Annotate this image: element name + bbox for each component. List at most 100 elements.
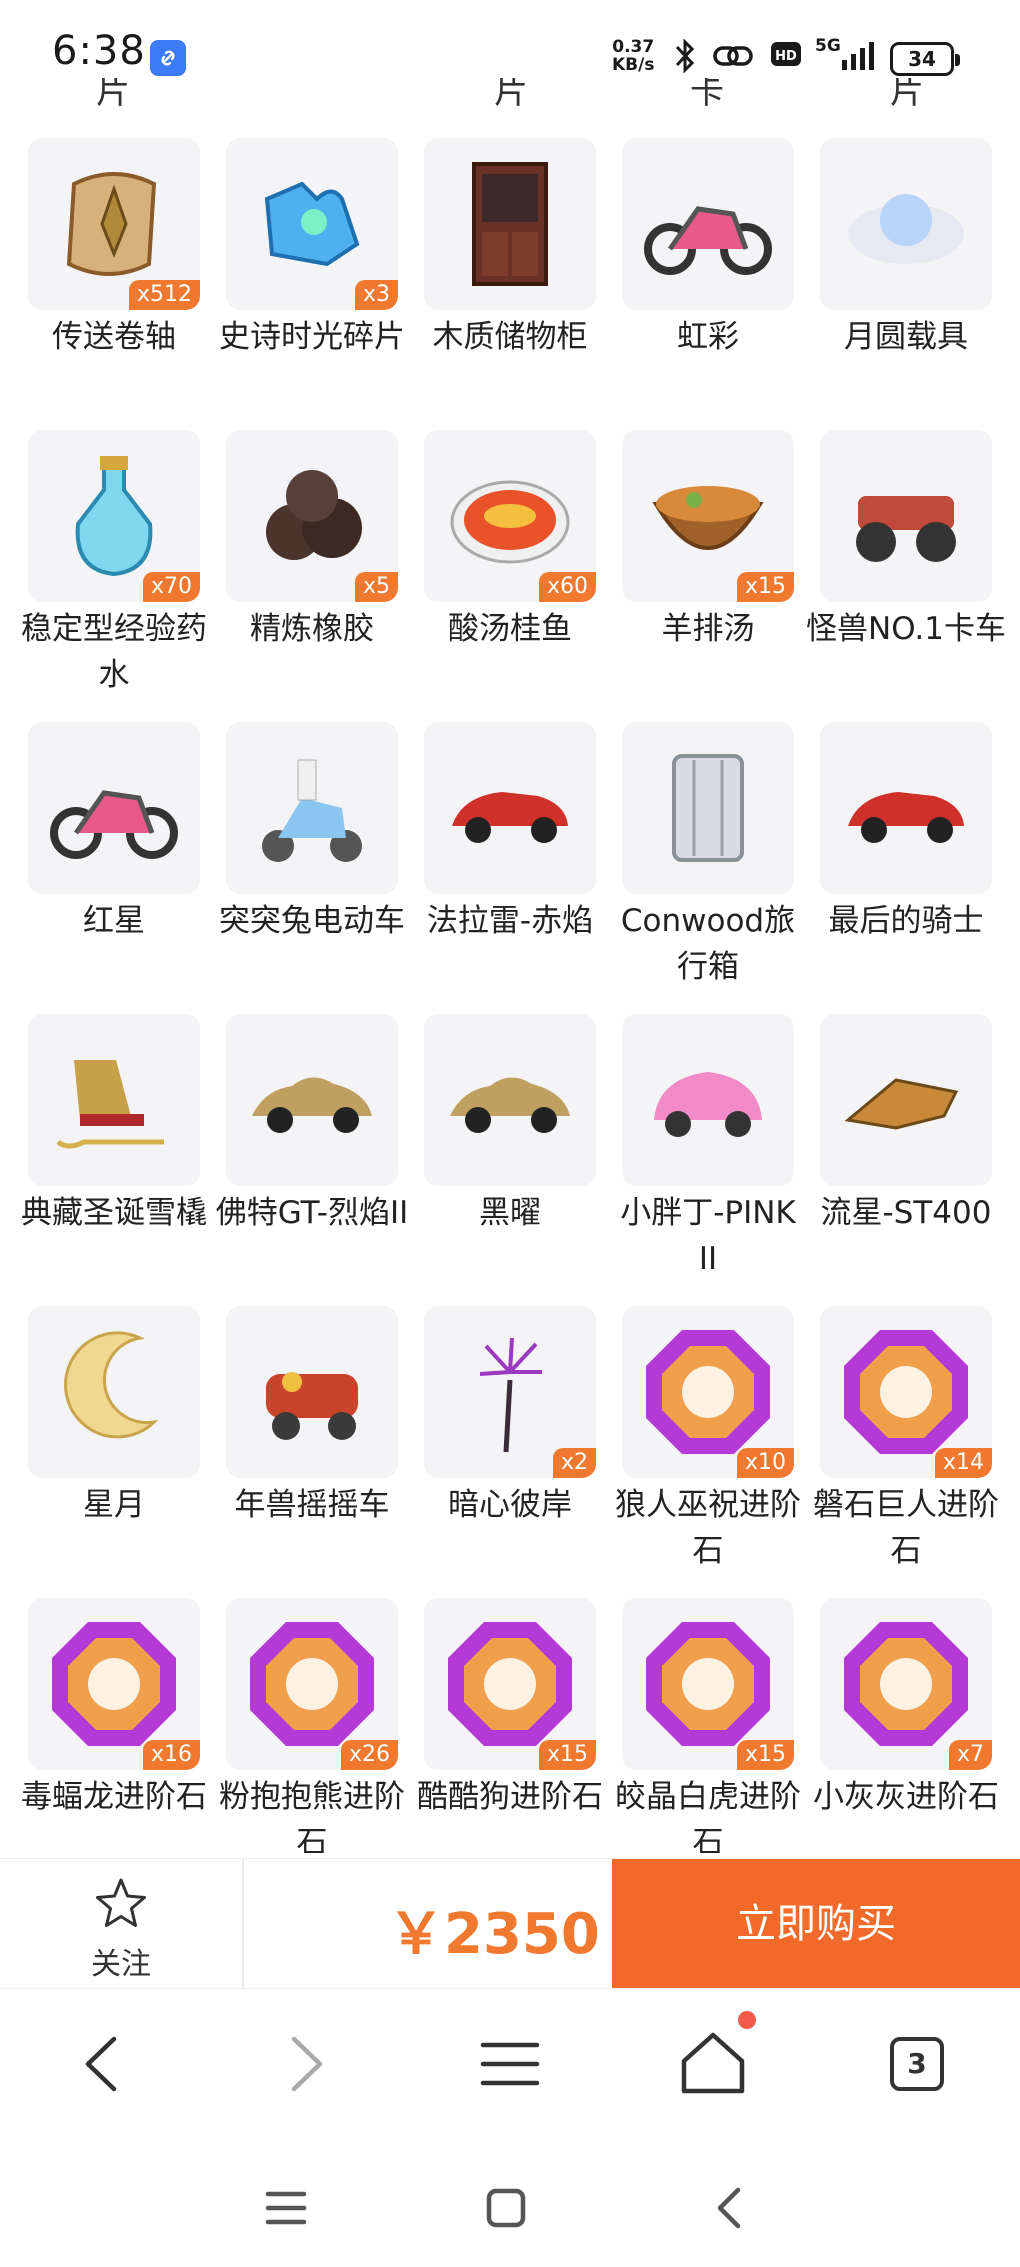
item-count-badge: x60 <box>538 572 596 602</box>
item-thumbnail <box>820 722 992 894</box>
partial-label: 卡 <box>690 78 724 106</box>
signal-icon <box>840 38 882 76</box>
item-name: 黑曜 <box>479 1195 541 1231</box>
rubber-icon <box>266 470 362 560</box>
item-count-badge: x14 <box>934 1448 992 1478</box>
item-name: 流星-ST400 <box>820 1195 992 1231</box>
beetle-car-icon <box>654 1072 762 1137</box>
partial-label: 片 <box>890 78 924 106</box>
item-thumbnail <box>226 1306 398 1478</box>
gem-icon <box>844 1330 968 1454</box>
item-thumbnail <box>622 1014 794 1186</box>
follow-label: 关注 <box>91 1947 151 1982</box>
classic-car-icon <box>450 1077 570 1133</box>
tabs-button[interactable]: 3 <box>872 2019 962 2109</box>
menu-button[interactable] <box>465 2019 555 2109</box>
network-speed: 0.37 KB/s <box>612 37 655 75</box>
partial-label: 片 <box>494 78 528 106</box>
item-name: 红星 <box>83 903 145 939</box>
item-count-badge: x3 <box>354 280 398 310</box>
item-name: 怪兽NO.1卡车 <box>806 611 1006 647</box>
scroll-icon <box>66 172 157 276</box>
sports-car-icon <box>452 792 568 843</box>
item-thumbnail <box>28 722 200 894</box>
menu-icon <box>480 2042 540 2086</box>
divider <box>242 1859 244 1989</box>
suitcase-icon <box>672 754 744 862</box>
item-thumbnail <box>226 1014 398 1186</box>
item-thumbnail <box>28 1014 200 1186</box>
gem-icon <box>52 1622 176 1746</box>
gem-icon <box>646 1622 770 1746</box>
item-thumbnail: x26 <box>226 1598 398 1770</box>
crescent-moon-icon <box>64 1331 159 1439</box>
tabs-count: 3 <box>890 2037 944 2091</box>
item-count-badge: x16 <box>142 1740 200 1770</box>
dragon-cart-icon <box>266 1372 358 1440</box>
item-thumbnail <box>424 138 596 310</box>
chevron-left-icon <box>717 2187 741 2229</box>
motorcycle-icon <box>644 206 772 275</box>
item-name: 虹彩 <box>677 319 739 355</box>
hover-bike-icon <box>844 1078 959 1130</box>
browser-toolbar: 3 <box>0 1988 1020 2138</box>
item-thumbnail: x3 <box>226 138 398 310</box>
monster-truck-icon <box>856 496 956 562</box>
item-name: 狼人巫祝进阶石 <box>615 1487 801 1569</box>
home-nav-button[interactable] <box>476 2178 536 2238</box>
gem-icon <box>250 1622 374 1746</box>
item-name: 佛特GT-烈焰II <box>215 1195 409 1231</box>
item-name: 磐石巨人进阶石 <box>813 1487 999 1569</box>
link-icon <box>712 38 754 78</box>
item-thumbnail <box>226 722 398 894</box>
gem-icon <box>448 1622 572 1746</box>
item-count-badge: x15 <box>736 1740 794 1770</box>
item-thumbnail <box>424 1014 596 1186</box>
item-thumbnail <box>820 430 992 602</box>
classic-car-icon <box>252 1077 372 1133</box>
puzzle-fragment-icon <box>264 181 360 267</box>
square-icon <box>486 2188 526 2228</box>
item-thumbnail <box>28 1306 200 1478</box>
back-nav-button[interactable] <box>700 2178 760 2238</box>
item-thumbnail: x7 <box>820 1598 992 1770</box>
item-thumbnail <box>820 138 992 310</box>
item-thumbnail: x10 <box>622 1306 794 1478</box>
item-name: 传送卷轴 <box>52 319 176 355</box>
fish-soup-icon <box>450 480 570 564</box>
home-button[interactable] <box>668 2019 758 2109</box>
gem-icon <box>646 1330 770 1454</box>
item-name: 小胖丁-PINK II <box>620 1195 796 1277</box>
chevron-right-icon <box>291 2036 323 2092</box>
item-name: 稳定型经验药水 <box>21 611 207 693</box>
item-name: 史诗时光碎片 <box>219 319 405 355</box>
item-thumbnail: x5 <box>226 430 398 602</box>
item-thumbnail <box>424 722 596 894</box>
back-button[interactable] <box>56 2019 146 2109</box>
item-count-badge: x5 <box>354 572 398 602</box>
item-name: 酸汤桂鱼 <box>448 611 572 647</box>
buy-now-button[interactable]: 立即购买 <box>612 1859 1020 1989</box>
forward-button[interactable] <box>262 2019 352 2109</box>
item-name: 小灰灰进阶石 <box>813 1779 999 1815</box>
sleigh-icon <box>56 1060 164 1149</box>
cabinet-icon <box>472 162 548 286</box>
item-name: 酷酷狗进阶石 <box>417 1779 603 1815</box>
moon-cloud-icon <box>848 194 964 264</box>
notification-dot <box>738 2011 756 2029</box>
svg-text:HD: HD <box>775 49 797 64</box>
item-thumbnail: x14 <box>820 1306 992 1478</box>
item-count-badge: x70 <box>142 572 200 602</box>
item-name: 精炼橡胶 <box>250 611 374 647</box>
item-count-badge: x15 <box>538 1740 596 1770</box>
star-icon <box>96 1878 146 1927</box>
item-name: 粉抱抱熊进阶石 <box>219 1779 405 1853</box>
item-name: 年兽摇摇车 <box>234 1487 390 1523</box>
item-thumbnail: x2 <box>424 1306 596 1478</box>
recent-apps-button[interactable] <box>256 2178 316 2238</box>
item-thumbnail <box>622 722 794 894</box>
item-name: 最后的骑士 <box>828 903 984 939</box>
hd-icon: HD <box>770 38 802 74</box>
item-name: 星月 <box>83 1487 145 1523</box>
follow-button[interactable]: 关注 <box>0 1859 242 1989</box>
